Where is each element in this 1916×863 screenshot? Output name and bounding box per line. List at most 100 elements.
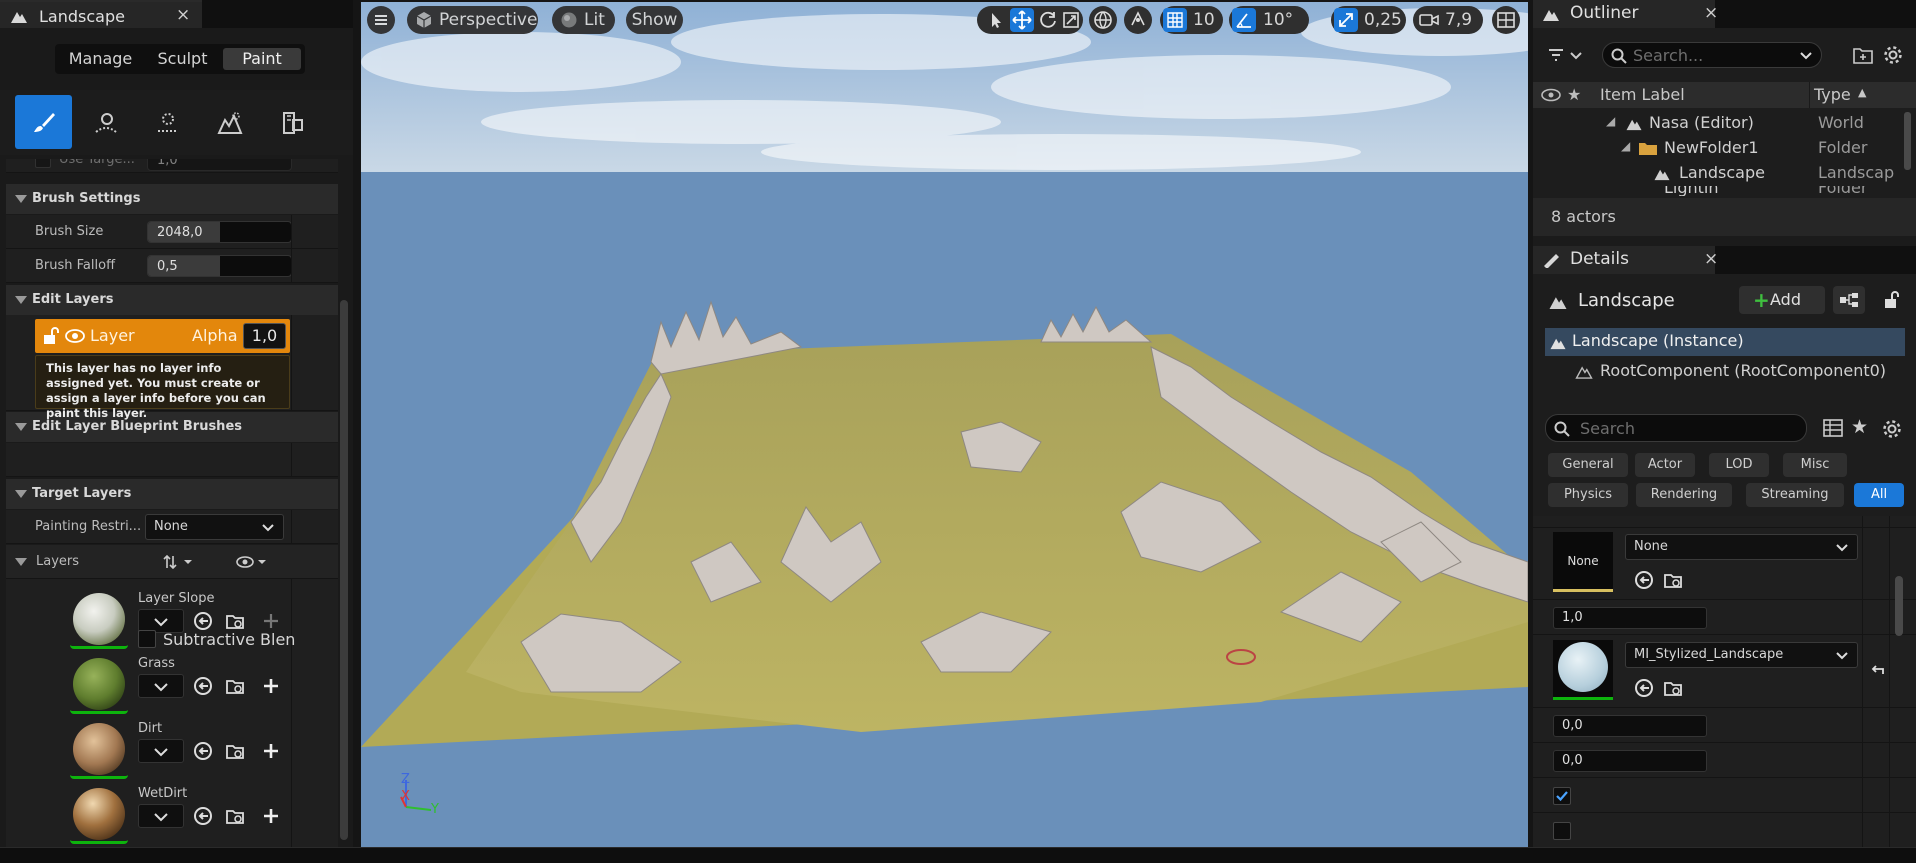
outliner-row-world[interactable]: ◢ Nasa (Editor) World	[1533, 111, 1905, 136]
item-label-column[interactable]: Item Label	[1600, 85, 1685, 104]
filter-general[interactable]: General	[1548, 453, 1628, 477]
filter-physics[interactable]: Physics	[1548, 483, 1628, 507]
rotation-snap-control[interactable]: 10°	[1229, 6, 1309, 34]
close-icon[interactable]: ×	[1704, 249, 1718, 269]
outliner-tab[interactable]: Outliner ×	[1533, 0, 1718, 28]
value-field-1[interactable]: 1,0	[1553, 607, 1707, 629]
filter-lod[interactable]: LOD	[1709, 453, 1769, 477]
show-button[interactable]: Show	[626, 6, 683, 34]
material-thumbnail-none[interactable]: None	[1553, 532, 1613, 592]
brush-size-slider[interactable]: 2048,0	[147, 221, 292, 243]
layers-collapse-arrow[interactable]	[15, 558, 27, 566]
noise-tool-button[interactable]	[201, 95, 258, 149]
reset-to-default-icon[interactable]	[1868, 660, 1888, 680]
browse-folder-icon[interactable]	[225, 806, 245, 826]
select-mode-button[interactable]	[984, 8, 1008, 32]
retopologize-tool-button[interactable]	[263, 95, 320, 149]
expand-arrow-icon[interactable]: ◢	[1621, 139, 1630, 153]
lit-button[interactable]: Lit	[552, 6, 615, 34]
add-layer-info-icon[interactable]	[261, 611, 281, 631]
filter-rendering[interactable]: Rendering	[1636, 483, 1732, 507]
type-column[interactable]: Type	[1814, 85, 1851, 104]
use-selected-icon[interactable]	[193, 676, 213, 696]
target-layers-header[interactable]: Target Layers	[6, 479, 338, 509]
surface-snap-button[interactable]	[1124, 6, 1152, 34]
grid-snap-control[interactable]: 10	[1160, 6, 1223, 34]
root-component-row[interactable]: RootComponent (RootComponent0)	[1545, 358, 1905, 386]
add-component-button[interactable]: + Add	[1739, 286, 1825, 314]
brush-falloff-slider[interactable]: 0,5	[147, 255, 292, 277]
details-tab[interactable]: Details ×	[1533, 246, 1718, 274]
filter-actor[interactable]: Actor	[1635, 453, 1695, 477]
paint-tool-button[interactable]	[15, 95, 72, 149]
level-viewport[interactable]: Z X Y Perspective Lit Show 10 10° 0,25 7	[361, 2, 1528, 847]
subtractive-blend-checkbox[interactable]	[138, 630, 156, 648]
scale-snap-control[interactable]: 0,25	[1331, 6, 1406, 34]
add-layer-info-icon[interactable]	[261, 741, 281, 761]
material-select-2[interactable]: MI_Stylized_Landscape	[1625, 642, 1858, 668]
value-field-2[interactable]: 0,0	[1553, 715, 1707, 737]
browse-folder-icon[interactable]	[1663, 570, 1683, 590]
rotate-mode-button[interactable]	[1036, 8, 1060, 32]
use-selected-icon[interactable]	[1634, 570, 1654, 590]
use-selected-icon[interactable]	[193, 806, 213, 826]
add-layer-info-icon[interactable]	[261, 806, 281, 826]
eye-icon[interactable]	[1541, 88, 1561, 102]
flatten-tool-button[interactable]	[139, 95, 196, 149]
expand-arrow-icon[interactable]: ◢	[1606, 114, 1615, 128]
layer-item-slope[interactable]: Layer Slope Subtractive Blen	[62, 587, 295, 651]
use-selected-icon[interactable]	[193, 741, 213, 761]
use-selected-icon[interactable]	[193, 611, 213, 631]
perspective-button[interactable]: Perspective	[407, 6, 538, 34]
use-target-value[interactable]: 1,0	[147, 159, 292, 171]
viewport-layout-button[interactable]	[1492, 6, 1520, 34]
browse-folder-icon[interactable]	[225, 676, 245, 696]
gear-icon[interactable]	[1883, 45, 1903, 65]
layer-item-dirt[interactable]: Dirt	[62, 717, 290, 781]
lock-icon[interactable]	[1883, 291, 1901, 309]
scale-mode-button[interactable]	[1059, 8, 1083, 32]
mode-manage-button[interactable]: Manage	[59, 48, 142, 70]
layer-info-dropdown[interactable]	[138, 739, 184, 763]
gear-icon[interactable]	[1882, 419, 1902, 439]
material-select-1[interactable]: None	[1625, 534, 1858, 560]
mode-paint-button[interactable]: Paint	[223, 48, 301, 70]
layer-item-wetdirt[interactable]: WetDirt	[62, 782, 290, 846]
use-selected-icon[interactable]	[1634, 678, 1654, 698]
use-target-checkbox[interactable]	[35, 159, 51, 168]
outliner-search-input[interactable]: Search...	[1602, 42, 1822, 68]
details-search-input[interactable]: Search	[1545, 414, 1807, 442]
landscape-tab[interactable]: Landscape ×	[0, 0, 202, 28]
layer-info-dropdown[interactable]	[138, 674, 184, 698]
alpha-input[interactable]: 1,0	[243, 323, 286, 349]
property-checkbox-2[interactable]	[1553, 822, 1571, 840]
details-scrollbar[interactable]	[1895, 576, 1903, 636]
add-folder-icon[interactable]	[1853, 46, 1873, 64]
layer-item-grass[interactable]: Grass	[62, 652, 290, 716]
value-field-3[interactable]: 0,0	[1553, 750, 1707, 772]
browse-folder-icon[interactable]	[225, 611, 245, 631]
translate-mode-button[interactable]	[1010, 8, 1034, 32]
outliner-scrollbar[interactable]	[1904, 112, 1911, 170]
add-layer-info-icon[interactable]	[261, 676, 281, 696]
outliner-row-folder[interactable]: ◢ NewFolder1 Folder	[1533, 136, 1905, 161]
landscape-instance-row[interactable]: Landscape (Instance)	[1545, 328, 1905, 356]
browse-folder-icon[interactable]	[225, 741, 245, 761]
smooth-tool-button[interactable]	[77, 95, 134, 149]
edit-layers-header[interactable]: Edit Layers	[6, 285, 338, 315]
eye-icon[interactable]	[65, 328, 85, 344]
table-view-icon[interactable]	[1823, 419, 1843, 437]
camera-speed-control[interactable]: 7,9	[1413, 6, 1483, 34]
property-checkbox-1[interactable]	[1553, 787, 1571, 805]
visibility-filter-icon[interactable]	[236, 554, 270, 570]
filter-misc[interactable]: Misc	[1783, 453, 1847, 477]
mode-sculpt-button[interactable]: Sculpt	[145, 48, 220, 70]
outliner-row-landscape[interactable]: Landscape Landscap	[1533, 161, 1905, 186]
filter-all[interactable]: All	[1854, 483, 1904, 507]
material-thumbnail-stylized[interactable]	[1553, 640, 1613, 700]
painting-restriction-select[interactable]: None	[145, 514, 284, 540]
filter-icon[interactable]	[1547, 47, 1585, 65]
close-icon[interactable]: ×	[176, 5, 190, 25]
pin-icon[interactable]: ★	[1567, 85, 1581, 104]
filter-streaming[interactable]: Streaming	[1746, 483, 1844, 507]
